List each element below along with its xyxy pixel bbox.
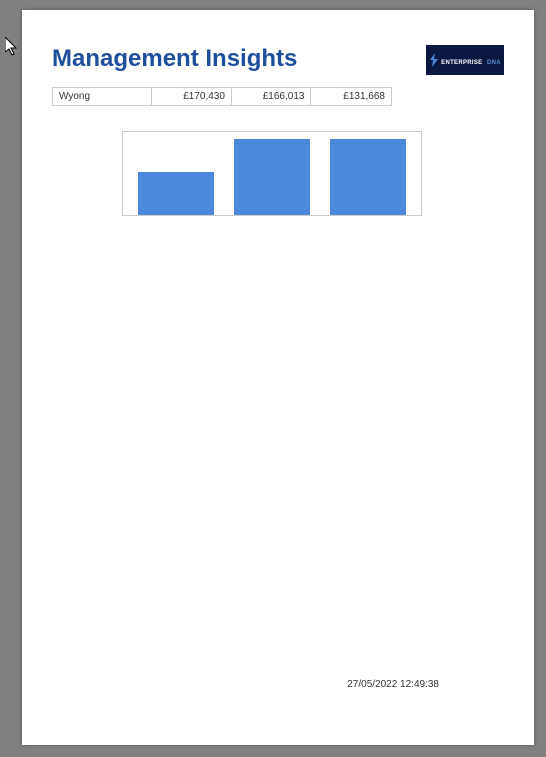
logo-bolt-icon [429,53,439,67]
header: Management Insights ENTERPRISE DNA [52,45,504,75]
cursor-icon [5,37,21,57]
data-table: Wyong £170,430 £166,013 £131,668 [52,87,392,106]
footer-timestamp: 27/05/2022 12:49:38 [347,679,439,690]
logo-text-main: ENTERPRISE [441,60,482,66]
bar-chart [122,131,422,216]
table-cell-value: £170,430 [152,88,232,105]
chart-bar [330,139,406,215]
logo-text: ENTERPRISE DNA [441,51,501,69]
logo: ENTERPRISE DNA [426,45,504,75]
table-cell-value: £131,668 [311,88,391,105]
table-row-label: Wyong [53,88,152,105]
table-cell-value: £166,013 [232,88,312,105]
chart-bar [234,139,310,215]
page-title: Management Insights [52,45,297,73]
document-page: Management Insights ENTERPRISE DNA Wyong… [22,10,534,745]
chart-bar [138,172,214,215]
logo-text-accent: DNA [487,60,501,66]
